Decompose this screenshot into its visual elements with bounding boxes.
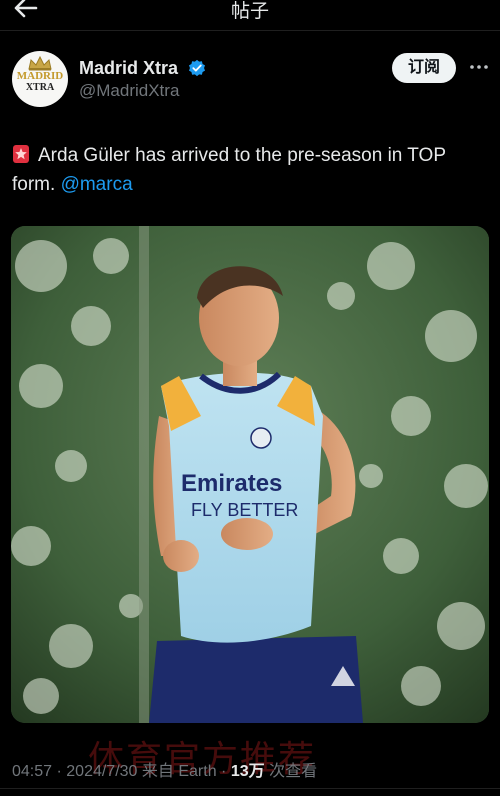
avatar-logo-text-2: XTRA [25,82,55,93]
verified-badge-icon [188,59,206,77]
avatar[interactable]: MADRID XTRA [12,51,68,107]
crown-icon [28,55,52,71]
mention-link[interactable]: @marca [61,174,133,195]
subscribe-button[interactable]: 订阅 [392,53,456,83]
view-count-label: 次查看 [269,763,318,780]
view-count: 13万 [230,763,265,780]
red-card-emoji [13,145,29,163]
player-photo: Emirates FLY BETTER [11,226,489,723]
bottom-divider [0,788,500,789]
page-title: 帖子 [230,1,269,22]
tweet-text: Arda Güler has arrived to the pre-season… [12,141,488,199]
author-name[interactable]: Madrid Xtra [79,58,178,79]
more-horizontal-icon[interactable] [468,56,490,78]
post-source: 来自 Earth [141,763,217,780]
top-bar: 帖子 [0,0,500,28]
post-date: 2024/7/30 [66,763,138,780]
shirt-sponsor-tagline: FLY BETTER [191,500,298,520]
tweet-meta: 04:57 · 2024/7/30 来自 Earth · 13万 次查看 [12,763,318,780]
author-handle[interactable]: @MadridXtra [79,81,179,101]
tweet-media[interactable]: Emirates FLY BETTER [11,226,489,723]
avatar-logo-text: MADRID [16,70,64,82]
post-time: 04:57 [12,763,53,780]
shirt-sponsor-text: Emirates [181,470,282,497]
header-divider [0,30,500,31]
